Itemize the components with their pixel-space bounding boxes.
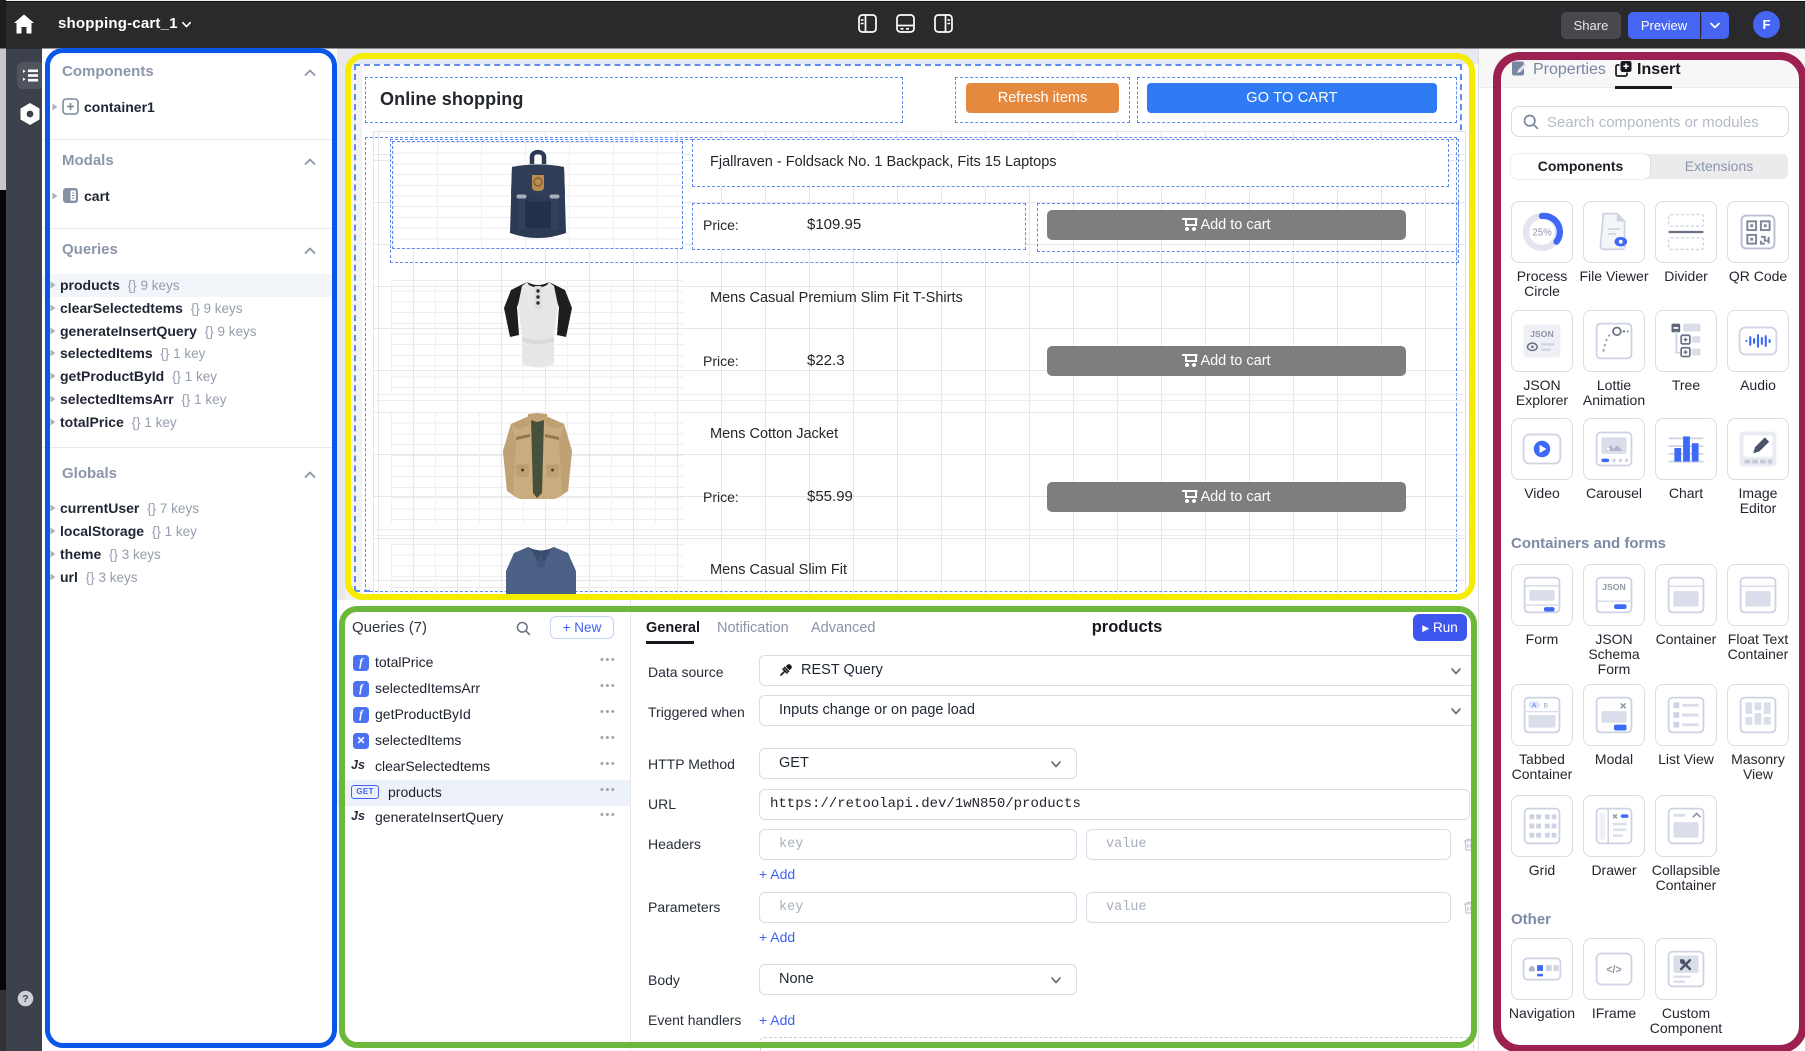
svg-text:?: ? bbox=[22, 993, 28, 1005]
